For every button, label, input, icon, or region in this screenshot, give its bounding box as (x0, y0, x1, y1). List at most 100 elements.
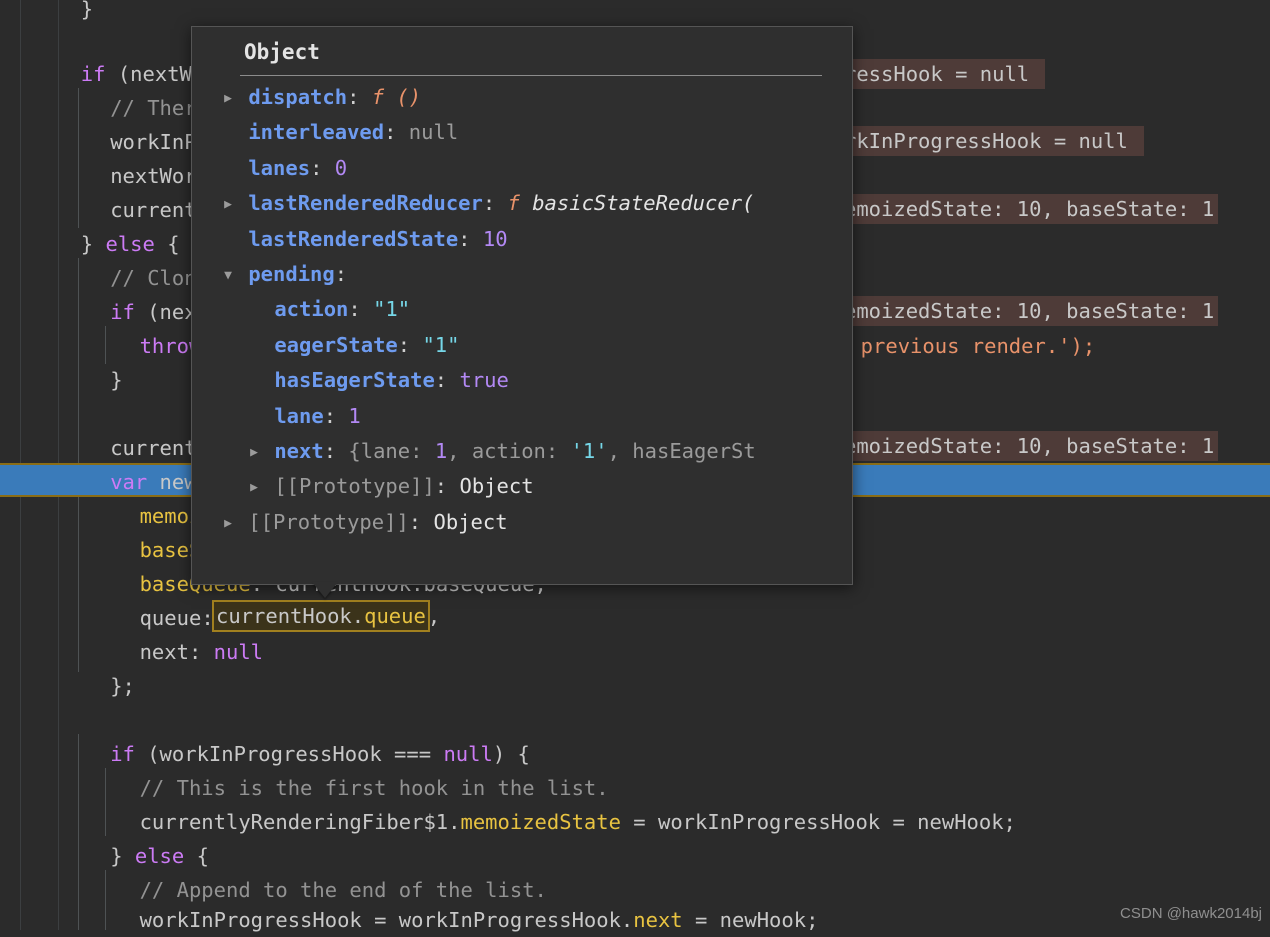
debugger-object-tooltip[interactable]: Object ▶ dispatch: f ()▶ interleaved: nu… (191, 26, 853, 585)
tooltip-property-value: 10 (482, 226, 508, 251)
tooltip-colon: : (347, 85, 372, 109)
inline-value-hint: rkInProgressHook = null (840, 126, 1145, 156)
tooltip-property-key: hasEagerState (262, 368, 435, 393)
tooltip-title: Object (244, 40, 320, 64)
code-line: workInProgressHook = workInProgressHook.… (0, 903, 1270, 937)
code-token: = workInProgressHook = newHook; (620, 810, 1016, 834)
code-line: } else { (0, 839, 1270, 873)
chevron-right-icon: ▶ (220, 223, 236, 257)
tooltip-property-row[interactable]: ▶ eagerState: "1" (192, 328, 852, 363)
code-token: , (427, 604, 441, 628)
chevron-right-icon: ▶ (220, 152, 236, 186)
tooltip-property-key: action (262, 297, 349, 322)
code-line: } (0, 0, 1270, 26)
tooltip-colon: : (397, 332, 423, 357)
tooltip-property-key: interleaved (236, 120, 385, 145)
tooltip-colon: : (458, 226, 483, 251)
tooltip-property-key: lane (262, 403, 324, 428)
code-token: { (154, 232, 180, 256)
code-token: } (110, 844, 135, 868)
code-token: var (110, 470, 148, 494)
code-token: e previous render.'); (836, 334, 1096, 358)
code-token: else (105, 232, 155, 256)
tooltip-property-value: {lane: 1, action: '1', hasEagerSt (348, 438, 756, 463)
tooltip-property-value: 0 (334, 155, 348, 180)
tooltip-property-row[interactable]: ▶ interleaved: null (192, 115, 852, 150)
tooltip-property-list: ▶ dispatch: f ()▶ interleaved: null▶ lan… (192, 80, 852, 554)
code-line: next: null (0, 635, 1270, 669)
tooltip-property-row[interactable]: ▼ pending: (192, 257, 852, 292)
tooltip-property-value: Object (459, 474, 534, 499)
tooltip-property-key: lanes (236, 155, 311, 180)
tooltip-property-value: null (408, 120, 459, 145)
tooltip-colon: : (408, 509, 434, 534)
code-line: if (workInProgressHook === null) { (0, 737, 1270, 771)
tooltip-property-row[interactable]: ▶ lastRenderedReducer: f basicStateReduc… (192, 186, 852, 221)
code-token: memoizedState (460, 810, 621, 834)
inline-value-hint: emoizedState: 10, baseState: 1 (840, 431, 1219, 461)
tooltip-property-row[interactable]: ▶ action: "1" (192, 292, 852, 327)
code-token: else (134, 844, 185, 868)
code-token: } (80, 0, 94, 21)
tooltip-property-row[interactable]: ▶ [[Prototype]]: Object (192, 469, 852, 504)
code-token: next (139, 640, 189, 664)
tooltip-property-key: lastRenderedReducer (236, 191, 483, 216)
tooltip-property-row[interactable]: ▶ lane: 1 (192, 399, 852, 434)
tooltip-property-row[interactable]: ▶ [[Prototype]]: Object (192, 505, 852, 540)
chevron-down-icon[interactable]: ▼ (220, 258, 236, 292)
tooltip-property-row[interactable]: ▶ next: {lane: 1, action: '1', hasEagerS… (192, 434, 852, 469)
tooltip-colon: : (348, 297, 374, 322)
code-token: : (188, 640, 214, 664)
code-token: currentHook. (216, 604, 365, 628)
code-token: { (184, 844, 209, 868)
tooltip-property-row[interactable]: ▶ hasEagerState: true (192, 363, 852, 398)
evaluated-expression-highlight[interactable]: currentHook.queue, (212, 600, 440, 632)
tooltip-property-value: Object (433, 509, 508, 534)
chevron-right-icon[interactable]: ▶ (246, 470, 262, 504)
tooltip-property-value: "1" (422, 332, 460, 357)
code-token: // This is the first hook in the list. (139, 776, 609, 800)
tooltip-property-key: eagerState (262, 332, 398, 357)
tooltip-colon: : (323, 438, 349, 463)
tooltip-property-value: () (396, 85, 422, 109)
tooltip-pointer-arrow (312, 582, 338, 598)
chevron-right-icon: ▶ (220, 116, 236, 150)
function-glyph-icon: f (507, 191, 533, 216)
execution-line-text: var newH (0, 467, 209, 497)
code-token: null (213, 640, 264, 664)
code-token: // Append to the end of the list. (139, 878, 547, 902)
chevron-right-icon[interactable]: ▶ (246, 435, 262, 469)
code-token: }; (110, 674, 135, 698)
code-line: // This is the first hook in the list. (0, 771, 1270, 805)
code-line: queue: (0, 601, 1270, 635)
tooltip-property-row[interactable]: ▶ lanes: 0 (192, 151, 852, 186)
tooltip-property-row[interactable]: ▶ dispatch: f () (192, 80, 852, 115)
code-token: } (110, 368, 123, 392)
tooltip-property-key: [[Prototype]] (262, 474, 435, 499)
chevron-right-icon: ▶ (246, 293, 262, 327)
chevron-right-icon[interactable]: ▶ (220, 81, 236, 115)
function-glyph-icon: f (371, 85, 397, 109)
tooltip-property-value: true (459, 368, 509, 393)
code-token: = newHook; (682, 908, 819, 932)
code-token: currentlyRenderingFiber$1. (139, 810, 461, 834)
tooltip-colon: : (334, 261, 360, 286)
code-token: queue (364, 604, 426, 628)
code-token: if (110, 742, 135, 766)
chevron-right-icon[interactable]: ▶ (220, 506, 236, 540)
code-token: (workInProgressHook === (134, 742, 444, 766)
inline-value-hint: ressHook = null (840, 59, 1046, 89)
code-token: null (443, 742, 493, 766)
code-token: if (80, 62, 106, 86)
code-token: } (80, 232, 106, 256)
tooltip-property-key: pending (236, 261, 335, 286)
inline-value-hint: emoizedState: 10, baseState: 1 (840, 296, 1219, 326)
code-token: if (110, 300, 135, 324)
tooltip-property-row[interactable]: ▶ lastRenderedState: 10 (192, 222, 852, 257)
tooltip-property-value: basicStateReducer( (532, 191, 755, 216)
code-line: }; (0, 669, 1270, 703)
chevron-right-icon[interactable]: ▶ (220, 187, 236, 221)
tooltip-property-value: 1 (348, 403, 361, 428)
watermark: CSDN @hawk2014bj (1120, 905, 1262, 922)
code-token: queue (139, 606, 202, 630)
